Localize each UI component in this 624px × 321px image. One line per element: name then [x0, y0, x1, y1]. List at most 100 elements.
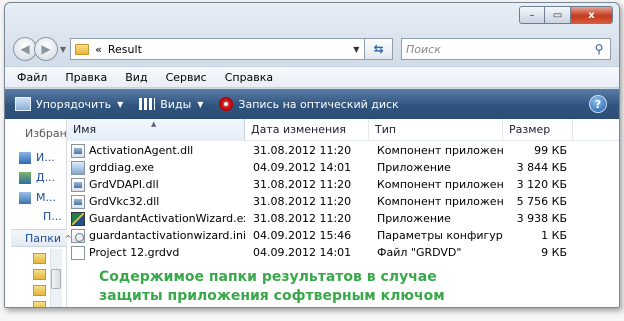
menu-file[interactable]: Файл [15, 69, 49, 86]
file-size: 99 КБ [534, 144, 567, 157]
burn-disc-icon [219, 97, 234, 111]
file-date: 04.09.2012 14:01 [253, 246, 352, 259]
organize-button[interactable]: Упорядочить ▼ [15, 97, 123, 111]
folders-label: Папки [25, 231, 61, 245]
views-label: Виды [160, 97, 192, 111]
window-controls: – ▭ x [519, 6, 613, 24]
menu-help[interactable]: Справка [223, 69, 275, 86]
recent-pages-dropdown-icon[interactable]: ▼ [60, 45, 66, 54]
search-icon[interactable]: ⚲ [588, 39, 610, 59]
address-dropdown-icon[interactable]: ▼ [348, 45, 364, 54]
favorite-label: Д... [36, 171, 56, 184]
column-headers: ▲ Имя Дата изменения Тип Размер [67, 118, 619, 141]
favorite-documents[interactable]: И... [19, 151, 55, 164]
organize-label: Упорядочить [36, 97, 112, 111]
file-date: 31.08.2012 11:20 [253, 144, 352, 157]
menu-edit[interactable]: Правка [63, 69, 109, 86]
file-name: GrdVDAPI.dll [89, 178, 159, 191]
favorite-more[interactable]: П... [43, 210, 62, 223]
column-type-label: Тип [375, 123, 397, 136]
maximize-button[interactable]: ▭ [545, 6, 571, 24]
file-date: 31.08.2012 11:20 [253, 178, 352, 191]
favorite-music[interactable]: М... [19, 191, 56, 204]
navigation-pane: Избранн И... Д... М... П... Папки ^ [5, 119, 74, 307]
file-row[interactable]: GrdVDAPI.dll 31.08.2012 11:20 Компонент … [67, 176, 619, 193]
file-date: 04.09.2012 15:46 [253, 229, 352, 242]
search-placeholder: Поиск [406, 42, 441, 56]
documents-icon [19, 151, 31, 164]
search-input[interactable]: Поиск ⚲ [401, 38, 611, 60]
caption-overlay: Содержимое папки результатов в случае за… [99, 268, 445, 306]
sort-ascending-icon: ▲ [151, 119, 157, 128]
minimize-button[interactable]: – [519, 6, 545, 24]
file-type: Параметры конфигура... [377, 229, 503, 242]
pictures-icon [19, 171, 31, 184]
dll-file-icon [71, 194, 85, 209]
caption-line-1: Содержимое папки результатов в случае [99, 269, 437, 285]
menu-bar: Файл Правка Вид Сервис Справка [5, 66, 619, 88]
forward-button[interactable]: ▶ [34, 37, 58, 61]
file-size: 3 120 КБ [516, 178, 567, 191]
file-row[interactable]: Project 12.grdvd 04.09.2012 14:01 Файл "… [67, 244, 619, 261]
help-icon[interactable]: ? [589, 95, 607, 113]
folder-icon [75, 43, 90, 55]
file-date: 04.09.2012 14:01 [253, 161, 352, 174]
chevron-down-icon: ▼ [197, 99, 204, 109]
ini-file-icon [71, 228, 85, 243]
column-date[interactable]: Дата изменения [245, 118, 369, 141]
column-size[interactable]: Размер [503, 118, 573, 141]
file-size: 3 938 КБ [516, 212, 567, 225]
file-rows: ActivationAgent.dll 31.08.2012 11:20 Ком… [67, 142, 619, 261]
file-row[interactable]: grddiag.exe 04.09.2012 14:01 Приложение … [67, 159, 619, 176]
column-type[interactable]: Тип [369, 118, 503, 141]
folder-icon[interactable] [33, 301, 46, 307]
file-name: ActivationAgent.dll [89, 144, 194, 157]
command-toolbar: Упорядочить ▼ Виды ▼ Запись на оптически… [5, 89, 619, 119]
file-type: Компонент приложения [377, 195, 503, 208]
address-path[interactable]: Result [108, 43, 142, 56]
column-name[interactable]: ▲ Имя [67, 118, 245, 141]
dll-file-icon [71, 143, 85, 158]
file-row[interactable]: ActivationAgent.dll 31.08.2012 11:20 Ком… [67, 142, 619, 159]
caption-line-2: защиты приложения софтверным ключом [99, 288, 445, 304]
burn-disc-button[interactable]: Запись на оптический диск [219, 97, 399, 111]
forward-arrow-icon: ▶ [41, 42, 51, 56]
address-bar[interactable]: « Result ▼ [70, 38, 366, 60]
file-date: 31.08.2012 11:20 [253, 212, 352, 225]
column-name-label: Имя [73, 123, 97, 136]
menu-view[interactable]: Вид [123, 69, 149, 86]
folder-icon[interactable] [33, 269, 46, 280]
navigation-buttons: ◀ ▶ ▼ [13, 37, 70, 61]
folder-icon[interactable] [33, 253, 46, 264]
file-size: 1 КБ [541, 229, 567, 242]
refresh-button[interactable]: ⇆ [365, 38, 394, 60]
file-row[interactable]: GrdVkc32.dll 31.08.2012 11:20 Компонент … [67, 193, 619, 210]
organize-icon [15, 97, 31, 111]
burn-disc-label: Запись на оптический диск [238, 97, 399, 111]
file-size: 3 844 КБ [516, 161, 567, 174]
file-type: Приложение [377, 212, 451, 225]
dll-file-icon [71, 177, 85, 192]
favorite-label: И... [36, 151, 55, 164]
favorite-pictures[interactable]: Д... [19, 171, 55, 184]
favorite-label: М... [36, 191, 56, 204]
explorer-window: – ▭ x ◀ ▶ ▼ « Result ▼ ⇆ Поиск ⚲ Файл Пр… [4, 2, 620, 308]
file-date: 31.08.2012 11:20 [253, 195, 352, 208]
file-name: GuardantActivationWizard.exe [89, 212, 245, 225]
address-prefix[interactable]: « [95, 43, 102, 56]
folders-toggle[interactable]: Папки ^ [11, 229, 72, 247]
file-type: Компонент приложения [377, 144, 503, 157]
folder-icon[interactable] [33, 285, 46, 296]
chevron-down-icon: ▼ [117, 99, 124, 109]
file-row[interactable]: guardantactivationwizard.ini 04.09.2012 … [67, 227, 619, 244]
refresh-icon: ⇆ [373, 42, 384, 56]
nav-scrollbar-thumb[interactable] [51, 269, 61, 289]
file-size: 5 756 КБ [516, 195, 567, 208]
views-button[interactable]: Виды ▼ [139, 98, 203, 111]
file-row[interactable]: GuardantActivationWizard.exe 31.08.2012 … [67, 210, 619, 227]
address-row: ◀ ▶ ▼ « Result ▼ ⇆ Поиск ⚲ [13, 36, 611, 62]
close-button[interactable]: x [571, 6, 613, 24]
music-icon [19, 191, 31, 204]
menu-tools[interactable]: Сервис [164, 69, 209, 86]
exe-file-icon [71, 160, 85, 175]
